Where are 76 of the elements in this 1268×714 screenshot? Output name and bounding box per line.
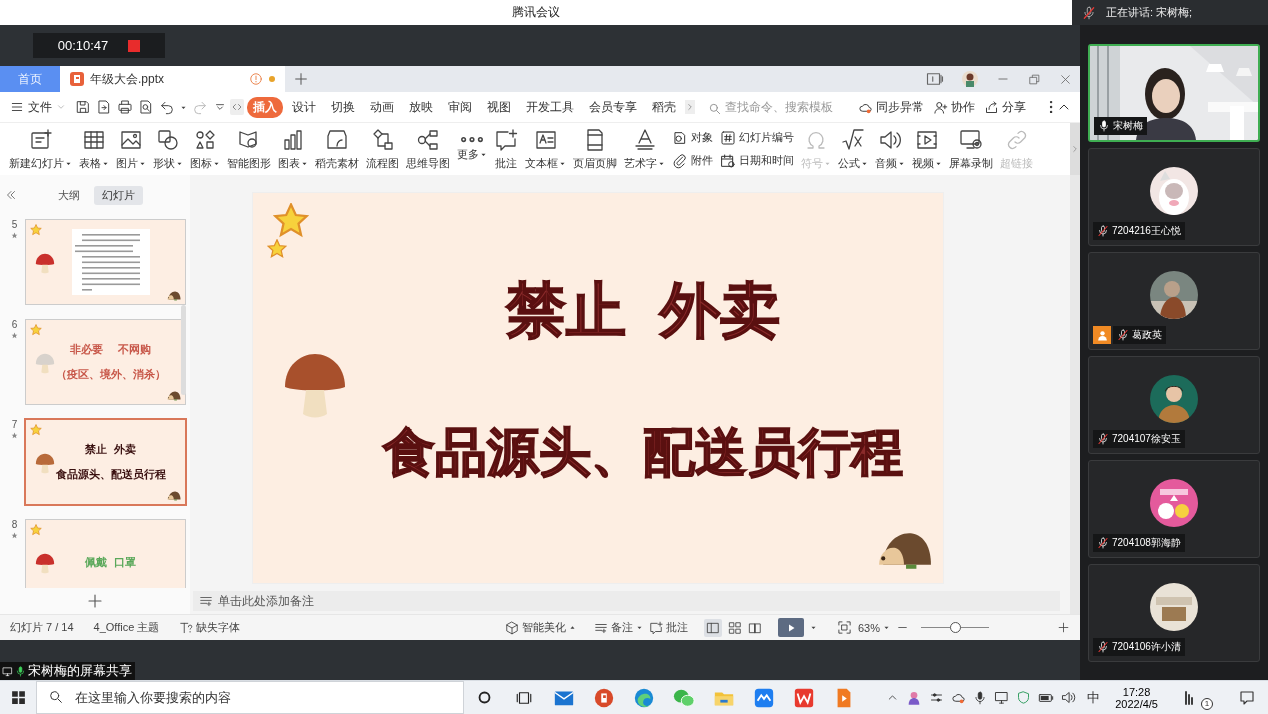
ribbon-button[interactable]: 幻灯片编号 bbox=[720, 129, 794, 146]
notes-field[interactable]: 单击此处添加备注 bbox=[193, 591, 1060, 611]
ribbon-tab[interactable]: 开发工具 bbox=[520, 96, 580, 118]
participant-name-tag: 宋树梅 bbox=[1094, 117, 1147, 135]
slide-subtitle: 食品源头、配送员行程 bbox=[383, 424, 903, 482]
clock-button[interactable]: 17:28 2022/4/5 bbox=[1107, 685, 1166, 710]
ribbon-button[interactable]: 日期和时间 bbox=[720, 152, 794, 169]
notification-badge: 1 bbox=[1201, 697, 1213, 710]
ribbon-tab[interactable]: 动画 bbox=[364, 96, 400, 118]
slide-number: 7 bbox=[11, 419, 18, 430]
panel-tab[interactable]: 大纲 bbox=[50, 185, 88, 205]
ribbon-button[interactable]: 视频 bbox=[909, 127, 945, 171]
beautify-button[interactable]: 智能美化 bbox=[504, 620, 576, 635]
ribbon-button[interactable]: 表格 bbox=[76, 127, 112, 171]
ribbon-button[interactable]: 新建幻灯片 bbox=[6, 127, 75, 171]
zoom-button[interactable]: 63% bbox=[857, 621, 890, 634]
toolbar-button[interactable]: 协作 bbox=[932, 98, 975, 116]
ribbon-button[interactable]: 对象 bbox=[672, 129, 713, 146]
slide-count: 幻灯片 7 / 14 bbox=[10, 620, 74, 635]
missing-fonts-button[interactable]: 缺失字体 bbox=[179, 620, 241, 635]
slide-title: 禁止 外卖 bbox=[506, 278, 780, 344]
ribbon-button[interactable]: 更多 bbox=[454, 135, 490, 163]
participant-name-tag: 7204107徐安玉 bbox=[1093, 430, 1185, 448]
comments-button[interactable]: 批注 bbox=[648, 620, 688, 635]
slide-number: 5 bbox=[11, 219, 18, 230]
ribbon-button[interactable]: 附件 bbox=[672, 152, 713, 169]
slide-thumbnail[interactable]: 非必要 不网购 （疫区、境外、消杀） bbox=[25, 319, 186, 405]
ribbon-button[interactable]: 文本框 bbox=[522, 127, 569, 171]
search-field[interactable]: 在这里输入你要搜索的内容 bbox=[36, 681, 464, 714]
ribbon-button[interactable]: 屏幕录制 bbox=[946, 127, 996, 171]
ribbon-tab[interactable]: 审阅 bbox=[442, 96, 478, 118]
panel-tab[interactable]: 幻灯片 bbox=[94, 185, 143, 205]
ribbon-button[interactable]: 图标 bbox=[187, 127, 223, 171]
search-field[interactable]: 查找命令、搜索模板 bbox=[706, 99, 843, 115]
ribbon-button[interactable]: 图片 bbox=[113, 127, 149, 171]
ribbon-tab[interactable]: 视图 bbox=[481, 96, 517, 118]
slide-number: 8 bbox=[11, 519, 18, 530]
notes-button[interactable]: 备注 bbox=[593, 620, 643, 635]
slide-text: 禁止 外卖 bbox=[85, 442, 136, 457]
ribbon-button[interactable]: 稻壳素材 bbox=[312, 127, 362, 171]
theme-name: 4_Office 主题 bbox=[93, 620, 160, 635]
ribbon-button[interactable]: 智能图形 bbox=[224, 127, 274, 171]
input-method-indicator[interactable]: 中 bbox=[1087, 688, 1101, 707]
participant-name-tag: 7204106许小清 bbox=[1093, 638, 1185, 656]
screen-share-label: 宋树梅的屏幕共享 bbox=[0, 662, 135, 680]
ribbon-tab[interactable]: 会员专享 bbox=[583, 96, 643, 118]
toolbar-button[interactable]: 同步异常 bbox=[857, 98, 924, 116]
ribbon-button[interactable]: 公式 bbox=[835, 127, 871, 171]
participant-name-tag: 葛政英 bbox=[1113, 326, 1166, 344]
document-title: 年级大会.pptx bbox=[90, 70, 164, 88]
slide-thumbnail[interactable]: 禁止 外卖 食品源头、配送员行程 bbox=[24, 418, 187, 506]
ribbon-tab[interactable]: 切换 bbox=[325, 96, 361, 118]
speaking-label: 正在讲话: 宋树梅; bbox=[1106, 5, 1193, 20]
slide-number: 6 bbox=[11, 319, 18, 330]
toolbar-button[interactable]: 分享 bbox=[983, 98, 1026, 116]
file-menu[interactable]: 文件 bbox=[10, 98, 66, 116]
ribbon-button[interactable]: 流程图 bbox=[363, 127, 402, 171]
ribbon-button[interactable]: 图表 bbox=[275, 127, 311, 171]
ribbon-tab[interactable]: 设计 bbox=[286, 96, 322, 118]
window-title: 腾讯会议 bbox=[512, 4, 560, 21]
recording-timer: 00:10:47 bbox=[33, 33, 165, 58]
ribbon-tab[interactable]: 放映 bbox=[403, 96, 439, 118]
slide-text: 食品源头、配送员行程 bbox=[55, 467, 166, 482]
participant-name-tag: 7204108郭海静 bbox=[1093, 534, 1185, 552]
ribbon-tab[interactable]: 稻壳 bbox=[646, 96, 682, 118]
ribbon-button[interactable]: 艺术字 bbox=[621, 127, 668, 171]
ribbon-button[interactable]: 批注 bbox=[491, 127, 521, 171]
ribbon-button[interactable]: 形状 bbox=[150, 127, 186, 171]
document-tab[interactable]: 年级大会.pptx bbox=[60, 66, 285, 92]
participant-name-tag: 7204216王心悦 bbox=[1093, 222, 1185, 240]
slide-text: 非必要 不网购 bbox=[69, 342, 152, 357]
slide-text: （疫区、境外、消杀） bbox=[55, 367, 166, 382]
ribbon-button[interactable]: 页眉页脚 bbox=[570, 127, 620, 171]
slide-text: 佩戴 口罩 bbox=[85, 554, 136, 570]
ribbon-button[interactable]: 音频 bbox=[872, 127, 908, 171]
ribbon-button[interactable]: 思维导图 bbox=[403, 127, 453, 171]
